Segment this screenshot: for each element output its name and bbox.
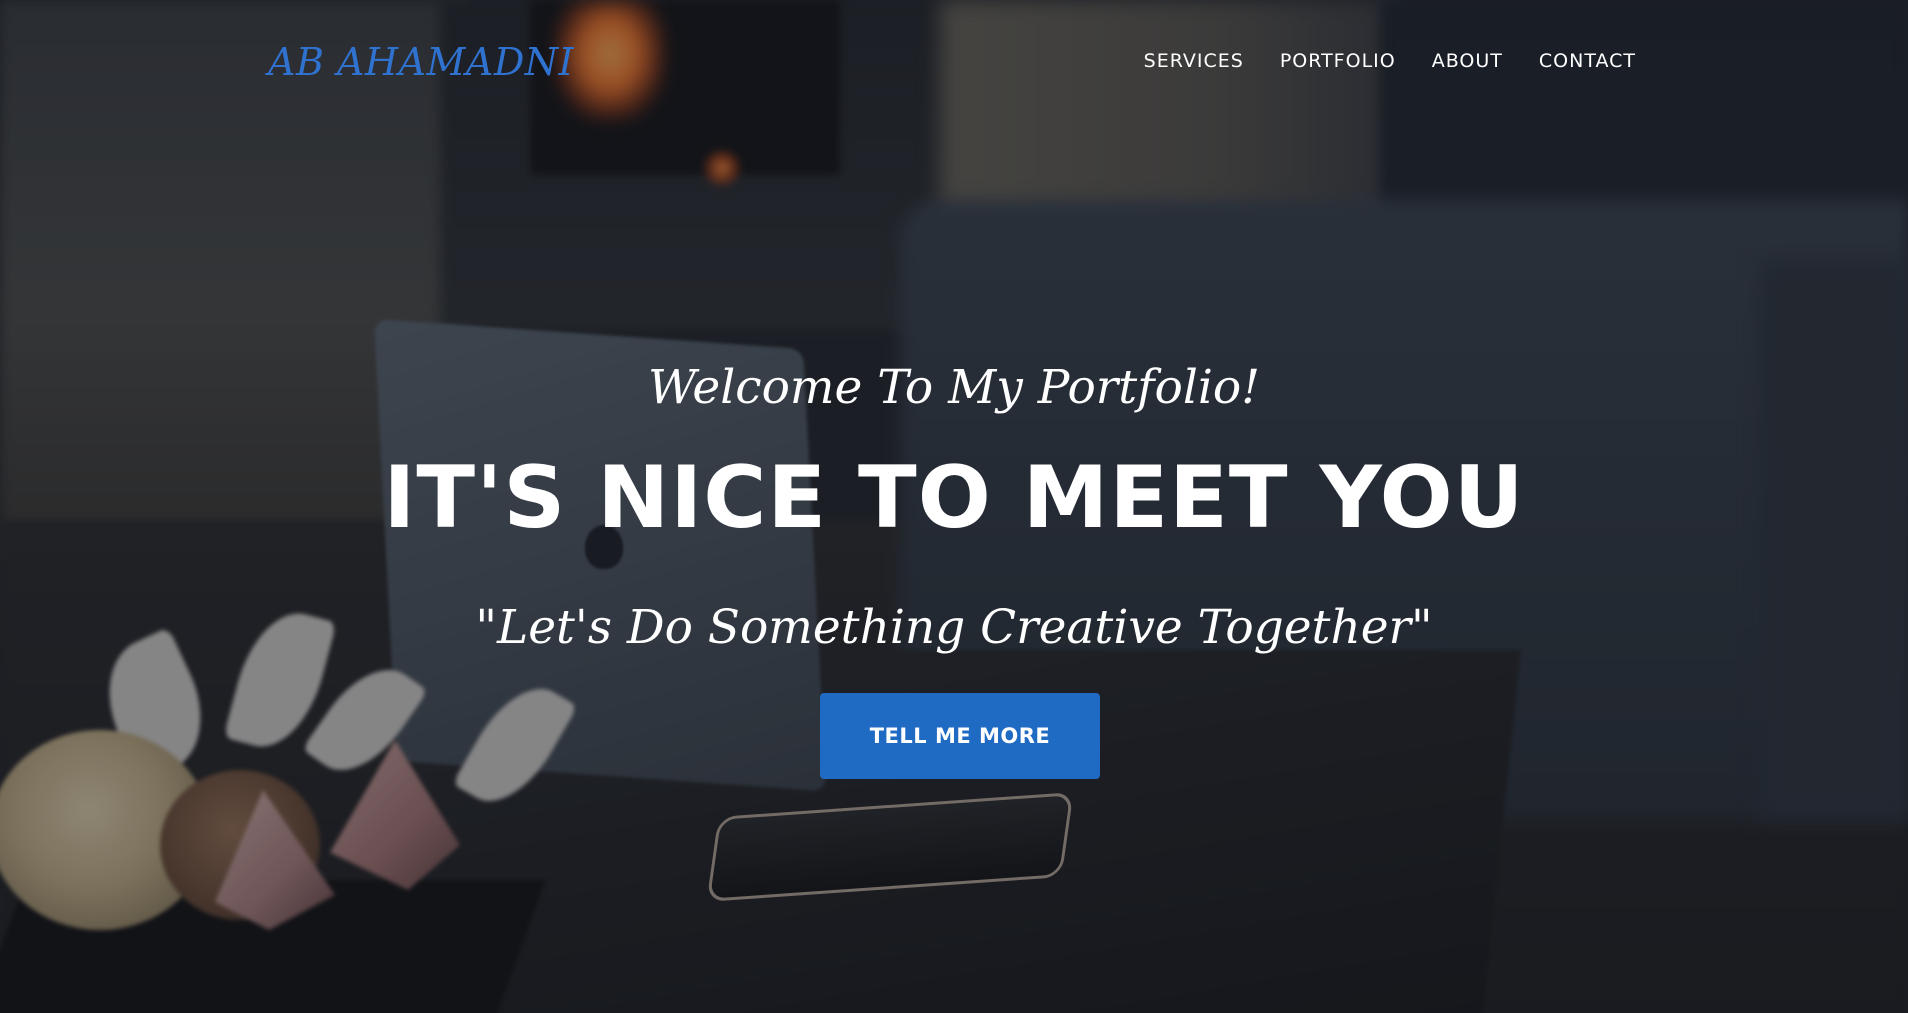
intro-lead-in: Welcome To My Portfolio! xyxy=(647,360,1261,415)
hero-section: AB AHAMADNI SERVICES PORTFOLIO ABOUT CON… xyxy=(0,0,1908,1013)
intro-tagline: "Let's Do Something Creative Together" xyxy=(475,600,1433,655)
intro-heading: IT'S NICE TO MEET YOU xyxy=(383,448,1525,548)
intro-text: Welcome To My Portfolio! IT'S NICE TO ME… xyxy=(0,0,1908,1013)
tell-me-more-button[interactable]: TELL ME MORE xyxy=(820,693,1100,779)
